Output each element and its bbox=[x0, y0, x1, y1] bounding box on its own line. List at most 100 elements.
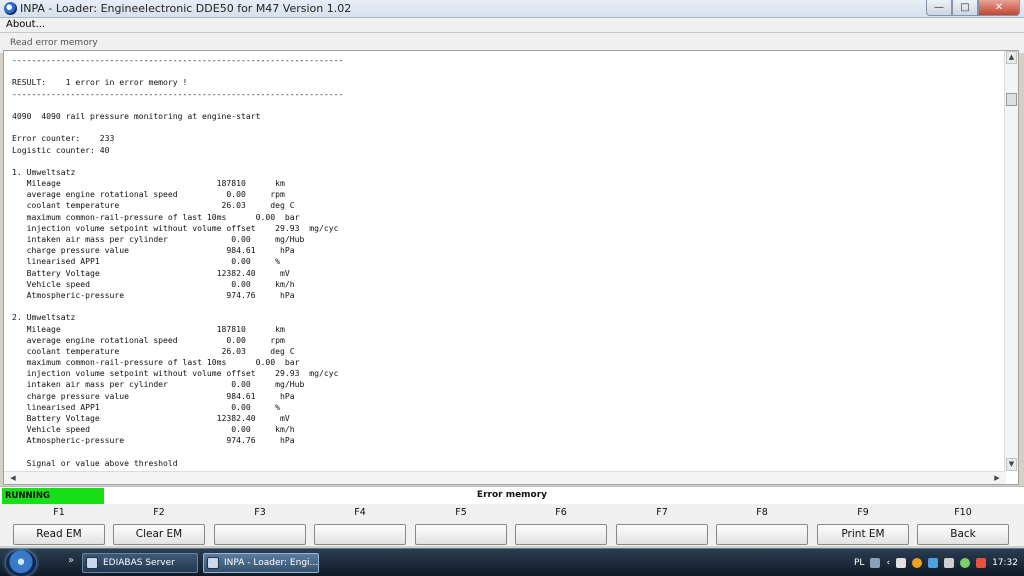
fkey-group-f5: F5 bbox=[415, 504, 507, 545]
text-line bbox=[12, 447, 1002, 458]
text-line: 2. Umweltsatz bbox=[12, 312, 76, 323]
tray-app-icon[interactable] bbox=[896, 558, 907, 568]
text-line: Signal or value above threshold bbox=[12, 457, 178, 468]
text-line: average engine rotational speed 0.00 rpm bbox=[12, 189, 285, 200]
tray-app-icon[interactable] bbox=[912, 558, 923, 568]
scroll-left-icon[interactable]: ◀ bbox=[6, 472, 20, 484]
start-button[interactable] bbox=[6, 550, 36, 576]
fkey-button-f6[interactable] bbox=[515, 524, 607, 545]
text-line: injection volume setpoint without volume… bbox=[12, 222, 339, 233]
window-controls: — □ ✕ bbox=[926, 0, 1020, 16]
menu-bar: About... bbox=[0, 18, 1024, 33]
text-line: ----------------------------------------… bbox=[12, 88, 344, 99]
fkey-label: F6 bbox=[555, 507, 567, 518]
text-line: intaken air mass per cylinder 0.00 mg/Hu… bbox=[12, 379, 305, 390]
title-bar: INPA - Loader: Engineelectronic DDE50 fo… bbox=[0, 0, 1024, 18]
keyboard-icon[interactable] bbox=[870, 558, 881, 568]
text-line: maximum common-rail-pressure of last 10m… bbox=[12, 357, 300, 368]
fkey-label: F4 bbox=[354, 507, 366, 518]
text-line: coolant temperature 26.03 deg C bbox=[12, 200, 295, 211]
text-line: 4090 4090 rail pressure monitoring at en… bbox=[12, 110, 261, 121]
vertical-scrollbar[interactable]: ▲ ▼ bbox=[1004, 51, 1018, 471]
network-icon[interactable] bbox=[928, 558, 939, 568]
fkey-button-f9[interactable]: Print EM bbox=[817, 524, 909, 545]
output-panel: ----------------------------------------… bbox=[3, 50, 1019, 485]
taskbar-item-label: INPA - Loader: Engi... bbox=[224, 558, 319, 568]
text-line: charge pressure value 984.61 hPa bbox=[12, 390, 295, 401]
window-title: INPA - Loader: Engineelectronic DDE50 fo… bbox=[20, 2, 352, 15]
fkey-button-f1[interactable]: Read EM bbox=[13, 524, 105, 545]
fkey-button-f3[interactable] bbox=[214, 524, 306, 545]
horizontal-scrollbar[interactable]: ◀ ▶ bbox=[4, 471, 1006, 484]
fkey-label: F9 bbox=[857, 507, 869, 518]
fkey-button-f4[interactable] bbox=[314, 524, 406, 545]
quick-launch-chevron-icon[interactable]: » bbox=[68, 555, 74, 566]
sub-screen-label: Read error memory bbox=[10, 38, 98, 48]
text-line: injection volume setpoint without volume… bbox=[12, 368, 339, 379]
text-line bbox=[12, 156, 1002, 167]
running-indicator: RUNNING bbox=[2, 488, 104, 505]
close-button[interactable]: ✕ bbox=[978, 0, 1020, 16]
text-line: linearised APP1 0.00 % bbox=[12, 401, 281, 412]
text-line: charge pressure value 984.61 hPa bbox=[12, 245, 295, 256]
text-line bbox=[12, 301, 1002, 312]
text-line: Error counter: 233 bbox=[12, 133, 115, 144]
tray-expand-icon[interactable]: ‹ bbox=[886, 558, 890, 568]
text-line: Vehicle speed 0.00 km/h bbox=[12, 424, 295, 435]
language-indicator[interactable]: PL bbox=[854, 558, 864, 568]
clock[interactable]: 17:32 bbox=[992, 558, 1018, 568]
fkey-group-f6: F6 bbox=[515, 504, 607, 545]
text-line: Vehicle speed 0.00 km/h bbox=[12, 278, 295, 289]
text-line: coolant temperature 26.03 deg C bbox=[12, 345, 295, 356]
fkey-label: F5 bbox=[455, 507, 467, 518]
text-line: 1. Umweltsatz bbox=[12, 166, 76, 177]
text-line: ----------------------------------------… bbox=[12, 55, 344, 65]
fkey-button-f7[interactable] bbox=[616, 524, 708, 545]
fkey-group-f1: F1 Read EM bbox=[13, 504, 105, 545]
text-line bbox=[12, 66, 1002, 77]
tray-app-icon[interactable] bbox=[960, 558, 971, 568]
minimize-button[interactable]: — bbox=[926, 0, 952, 16]
ediabas-icon bbox=[86, 557, 98, 569]
fkey-group-f10: F10 Back bbox=[917, 504, 1009, 545]
text-line: average engine rotational speed 0.00 rpm bbox=[12, 334, 285, 345]
text-line bbox=[12, 100, 1002, 111]
app-logo-icon bbox=[4, 2, 17, 15]
fkey-group-f7: F7 bbox=[616, 504, 708, 545]
taskbar-item-label: EDIABAS Server bbox=[103, 558, 175, 568]
status-bar: Error memory RUNNING bbox=[0, 486, 1024, 505]
tray-app-icon[interactable] bbox=[976, 558, 987, 568]
text-line: maximum common-rail-pressure of last 10m… bbox=[12, 211, 300, 222]
error-memory-text: ----------------------------------------… bbox=[12, 55, 1002, 473]
fkey-button-f5[interactable] bbox=[415, 524, 507, 545]
volume-icon[interactable] bbox=[944, 558, 955, 568]
inpa-icon bbox=[207, 557, 219, 569]
fkey-group-f2: F2 Clear EM bbox=[113, 504, 205, 545]
fkey-button-f2[interactable]: Clear EM bbox=[113, 524, 205, 545]
text-line: intaken air mass per cylinder 0.00 mg/Hu… bbox=[12, 234, 305, 244]
screen-title: Error memory bbox=[476, 490, 548, 500]
scroll-right-icon[interactable]: ▶ bbox=[990, 472, 1004, 484]
scroll-up-icon[interactable]: ▲ bbox=[1006, 51, 1017, 64]
scroll-thumb[interactable] bbox=[1006, 93, 1017, 106]
text-line: Mileage 187810 km bbox=[12, 323, 285, 334]
maximize-button[interactable]: □ bbox=[952, 0, 978, 16]
system-tray: PL ‹ 17:32 bbox=[854, 551, 1024, 575]
fkey-label: F8 bbox=[756, 507, 768, 518]
fkey-label: F2 bbox=[153, 507, 165, 518]
text-line: Atmospheric-pressure 974.76 hPa bbox=[12, 289, 295, 300]
text-line: Mileage 187810 km bbox=[12, 178, 285, 189]
text-line bbox=[12, 122, 1002, 133]
menu-about[interactable]: About... bbox=[6, 19, 45, 30]
scroll-down-icon[interactable]: ▼ bbox=[1006, 458, 1017, 471]
fkey-group-f4: F4 bbox=[314, 504, 406, 545]
fkey-button-f10[interactable]: Back bbox=[917, 524, 1009, 545]
taskbar-item-ediabas[interactable]: EDIABAS Server bbox=[82, 553, 198, 573]
fkey-group-f9: F9 Print EM bbox=[817, 504, 909, 545]
fkey-group-f8: F8 bbox=[716, 504, 808, 545]
fkey-label: F1 bbox=[53, 507, 65, 518]
taskbar-item-inpa[interactable]: INPA - Loader: Engi... bbox=[203, 553, 319, 573]
text-line: linearised APP1 0.00 % bbox=[12, 256, 281, 267]
fkey-button-f8[interactable] bbox=[716, 524, 808, 545]
text-line: RESULT: 1 error in error memory ! bbox=[12, 77, 188, 88]
